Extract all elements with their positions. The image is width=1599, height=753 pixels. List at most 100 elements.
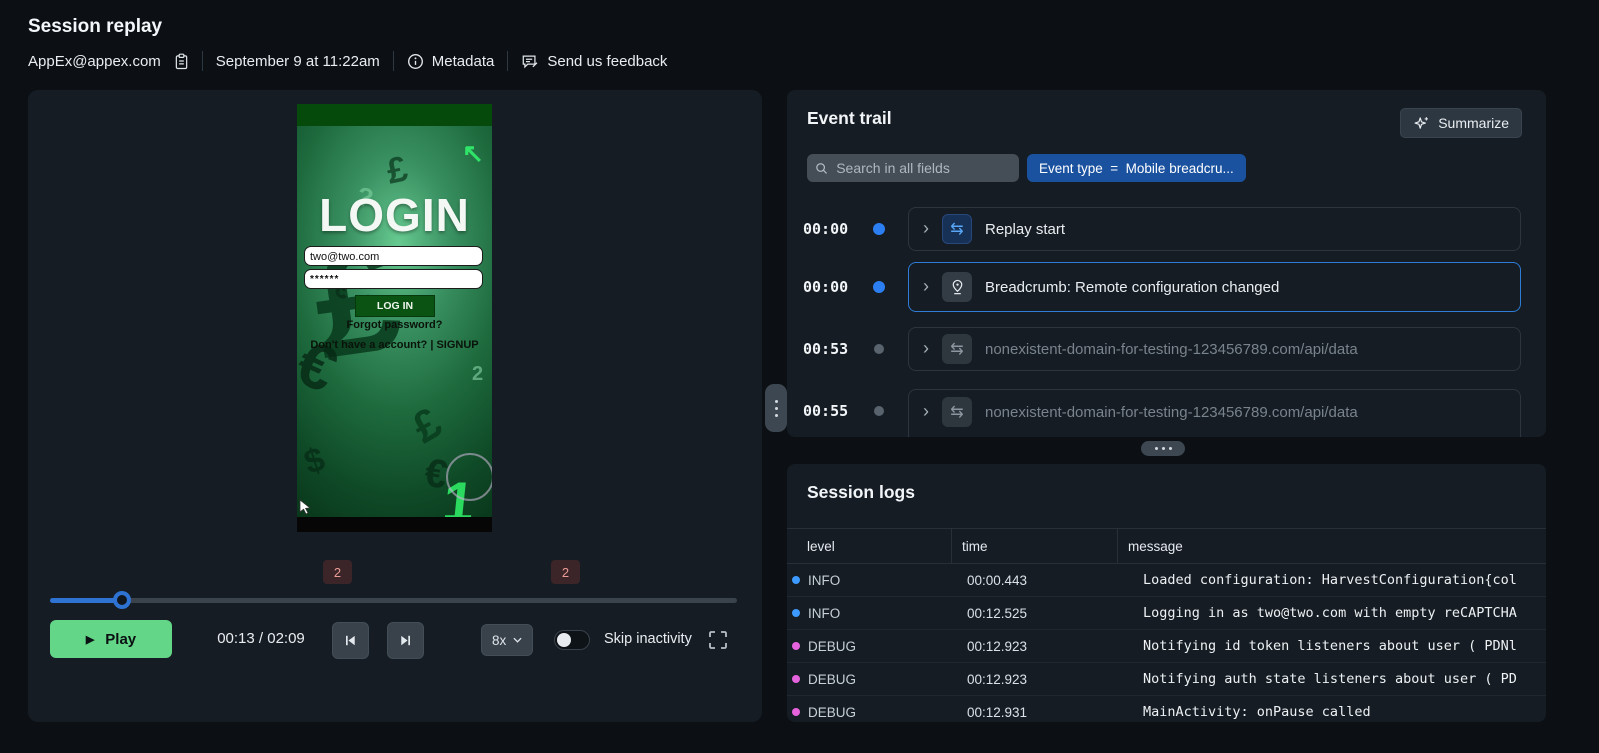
- event-dot: [873, 281, 885, 293]
- number-glyph: 2: [472, 363, 484, 385]
- session-replay-page: Session replay AppEx@appex.com September…: [0, 0, 1599, 753]
- replay-viewport[interactable]: £ ↖ 1 € £ ? $ 2 € £ 7 € LOGIN two@two.co…: [297, 104, 492, 532]
- chevron-right-icon: ›: [923, 218, 929, 238]
- log-message: MainActivity: onPause called: [1143, 704, 1371, 720]
- chevron-right-icon: ›: [923, 338, 929, 358]
- table-row: DEBUG 00:12.931 MainActivity: onPause ca…: [787, 696, 1546, 722]
- session-logs-table: level time message INFO 00:00.443 Loaded…: [787, 528, 1546, 722]
- toggle-knob: [557, 633, 571, 647]
- divider: [201, 51, 203, 71]
- log-time: 00:00.443: [967, 572, 1028, 588]
- clipboard-icon: [175, 53, 188, 69]
- divider: [507, 51, 509, 71]
- skip-back-icon: [346, 635, 355, 646]
- skip-forward-icon: [401, 635, 410, 646]
- fullscreen-icon: [709, 631, 727, 649]
- event-row-selected: 00:00 › Breadcrumb: Remote configuration…: [787, 262, 1546, 312]
- phone-password-field: ******: [304, 269, 483, 289]
- page-title: Session replay: [28, 16, 163, 37]
- arrow-glyph: ↖: [462, 138, 484, 168]
- copy-icon[interactable]: [174, 53, 189, 70]
- log-message: Notifying id token listeners about user …: [1143, 638, 1517, 654]
- panel-resize-handle-horizontal[interactable]: [1141, 441, 1185, 456]
- log-message: Logging in as two@two.com with empty reC…: [1143, 605, 1517, 621]
- network-swap-icon: ⇆: [942, 334, 972, 364]
- event-timestamp: 00:55: [803, 402, 849, 420]
- search-input-wrap: [807, 154, 1019, 182]
- timeline-event-badge[interactable]: 2: [323, 560, 352, 584]
- skip-inactivity-label: Skip inactivity: [604, 631, 692, 647]
- log-level-dot: [792, 576, 800, 584]
- timeline-progress: [50, 598, 123, 603]
- event-card[interactable]: › ⇆ Replay start: [908, 207, 1521, 251]
- phone-bottom-bar: [297, 517, 492, 532]
- cursor-icon: [299, 499, 311, 515]
- feedback-button[interactable]: Send us feedback: [521, 53, 667, 70]
- event-dot: [874, 344, 884, 354]
- phone-login-button: LOG IN: [355, 295, 435, 317]
- phone-forgot-password-link: Forgot password?: [346, 319, 443, 331]
- table-row: INFO 00:12.525 Logging in as two@two.com…: [787, 597, 1546, 630]
- timeline-knob[interactable]: [113, 591, 132, 609]
- panel-resize-handle-vertical[interactable]: [765, 384, 787, 432]
- log-message: Notifying auth state listeners about use…: [1143, 671, 1517, 687]
- event-card[interactable]: › ⇆ nonexistent-domain-for-testing-12345…: [908, 327, 1521, 371]
- log-level: INFO: [808, 605, 841, 621]
- log-level-dot: [792, 609, 800, 617]
- log-level-dot: [792, 675, 800, 683]
- sparkle-icon: [1414, 116, 1429, 129]
- session-logs-panel: Session logs level time message INFO 00:…: [787, 464, 1546, 722]
- time-display: 00:13 / 02:09: [217, 630, 305, 647]
- event-row: 00:53 › ⇆ nonexistent-domain-for-testing…: [787, 327, 1546, 371]
- event-label: Breadcrumb: Remote configuration changed: [985, 278, 1280, 296]
- network-swap-icon: ⇆: [942, 397, 972, 427]
- event-row: 00:55 › ⇆ nonexistent-domain-for-testing…: [787, 389, 1546, 437]
- event-card[interactable]: › Breadcrumb: Remote configuration chang…: [908, 262, 1521, 312]
- log-message: Loaded configuration: HarvestConfigurati…: [1143, 572, 1517, 588]
- play-icon: ▶: [85, 633, 95, 646]
- event-label: nonexistent-domain-for-testing-123456789…: [985, 403, 1358, 421]
- skip-inactivity-toggle[interactable]: [554, 630, 590, 650]
- column-header-level: level: [787, 529, 952, 563]
- search-input[interactable]: [834, 159, 1011, 177]
- play-button[interactable]: ▶ Play: [50, 620, 172, 658]
- table-header: level time message: [787, 528, 1546, 564]
- replay-meta-row: AppEx@appex.com September 9 at 11:22am M…: [28, 49, 667, 73]
- replay-swap-icon: ⇆: [942, 214, 972, 244]
- timeline-event-badge[interactable]: 2: [551, 560, 580, 584]
- session-logs-title: Session logs: [807, 482, 915, 502]
- event-trail-title: Event trail: [807, 108, 892, 128]
- search-icon: [816, 162, 828, 174]
- currency-glyph: £: [382, 147, 411, 192]
- event-timestamp: 00:53: [803, 340, 849, 358]
- event-row: 00:00 › ⇆ Replay start: [787, 207, 1546, 251]
- replay-player-panel: £ ↖ 1 € £ ? $ 2 € £ 7 € LOGIN two@two.co…: [28, 90, 762, 722]
- table-row: DEBUG 00:12.923 Notifying id token liste…: [787, 630, 1546, 663]
- divider: [392, 51, 394, 71]
- phone-login-title: LOGIN: [319, 189, 470, 241]
- log-level: DEBUG: [808, 671, 857, 687]
- event-trail-panel: Event trail Summarize Event type = Mobil…: [787, 90, 1546, 437]
- event-label: Replay start: [985, 220, 1066, 238]
- chevron-right-icon: ›: [923, 276, 929, 296]
- event-dot: [874, 406, 884, 416]
- fullscreen-button[interactable]: [706, 629, 730, 653]
- metadata-button[interactable]: Metadata: [407, 53, 494, 70]
- event-card[interactable]: › ⇆ nonexistent-domain-for-testing-12345…: [908, 389, 1521, 437]
- skip-forward-button[interactable]: [387, 622, 424, 659]
- skip-back-button[interactable]: [332, 622, 369, 659]
- breadcrumb-pin-icon: [942, 272, 972, 302]
- log-level-dot: [792, 642, 800, 650]
- currency-glyph: $: [299, 440, 330, 482]
- log-time: 00:12.931: [967, 704, 1028, 720]
- event-type-filter-chip[interactable]: Event type = Mobile breadcru...: [1027, 154, 1246, 182]
- playback-speed-dropdown[interactable]: 8x: [481, 624, 534, 656]
- table-row: DEBUG 00:12.923 Notifying auth state lis…: [787, 663, 1546, 696]
- event-timestamp: 00:00: [803, 278, 849, 296]
- log-level: DEBUG: [808, 638, 857, 654]
- log-time: 00:12.923: [967, 638, 1028, 654]
- log-level: DEBUG: [808, 704, 857, 720]
- timeline-scrubber[interactable]: [50, 591, 737, 609]
- summarize-button[interactable]: Summarize: [1400, 108, 1522, 138]
- event-label: nonexistent-domain-for-testing-123456789…: [985, 340, 1358, 358]
